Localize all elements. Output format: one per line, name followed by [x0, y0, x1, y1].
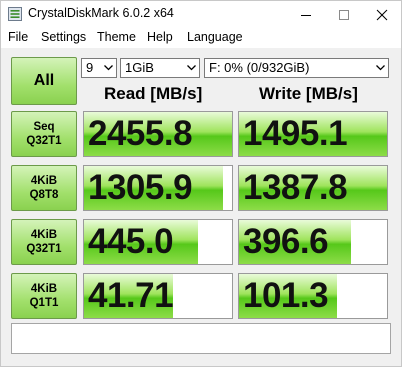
read-value: 2455.8: [88, 114, 193, 153]
title-bar[interactable]: CrystalDiskMark 6.0.2 x64: [1, 1, 401, 28]
test-button-4kib-q32t1[interactable]: 4KiB Q32T1: [11, 219, 77, 265]
test-count-select[interactable]: 9: [81, 58, 117, 78]
write-result-4kib-q1t1: 101.3: [238, 273, 388, 319]
write-result-4kib-q32t1: 396.6: [238, 219, 388, 265]
read-result-seq-q32t1: 2455.8: [83, 111, 233, 157]
window-title: CrystalDiskMark 6.0.2 x64: [28, 6, 174, 20]
test-button-seq-q32t1[interactable]: Seq Q32T1: [11, 111, 77, 157]
minimize-button[interactable]: [287, 1, 325, 28]
maximize-icon: [339, 10, 349, 20]
chevron-down-icon: [104, 65, 113, 71]
read-result-4kib-q8t8: 1305.9: [83, 165, 233, 211]
write-result-4kib-q8t8: 1387.8: [238, 165, 388, 211]
test-label-line2: Q32T1: [26, 135, 62, 147]
test-label-line1: 4KiB: [30, 175, 58, 187]
test-label-line2: Q1T1: [29, 297, 59, 309]
test-label-line2: Q8T8: [29, 189, 59, 201]
test-button-4kib-q8t8[interactable]: 4KiB Q8T8: [11, 165, 77, 211]
test-label-line1: 4KiB: [30, 229, 58, 241]
test-label-line1: Seq: [33, 121, 55, 133]
read-result-4kib-q1t1: 41.71: [83, 273, 233, 319]
write-header: Write [MB/s]: [259, 84, 358, 103]
write-value: 101.3: [243, 276, 329, 315]
chevron-down-icon: [187, 65, 196, 71]
read-result-4kib-q32t1: 445.0: [83, 219, 233, 265]
menu-bar: File Settings Theme Help Language: [1, 28, 401, 48]
write-value: 396.6: [243, 222, 329, 261]
app-window: CrystalDiskMark 6.0.2 x64 File Settings …: [0, 0, 402, 367]
test-button-4kib-q1t1[interactable]: 4KiB Q1T1: [11, 273, 77, 319]
close-icon: [376, 9, 388, 21]
write-value: 1495.1: [243, 114, 348, 153]
comment-field[interactable]: [11, 323, 391, 354]
menu-theme[interactable]: Theme: [97, 30, 136, 44]
test-size-value: 1GiB: [125, 60, 154, 75]
read-header: Read [MB/s]: [104, 84, 203, 103]
read-value: 445.0: [88, 222, 174, 261]
test-count-value: 9: [86, 60, 94, 75]
read-value: 41.71: [88, 276, 174, 315]
write-result-seq-q32t1: 1495.1: [238, 111, 388, 157]
write-value: 1387.8: [243, 168, 348, 207]
maximize-button[interactable]: [325, 1, 363, 28]
read-value: 1305.9: [88, 168, 193, 207]
test-label-line1: 4KiB: [30, 283, 58, 295]
test-label-line2: Q32T1: [26, 243, 62, 255]
all-button[interactable]: All: [11, 57, 77, 105]
menu-help[interactable]: Help: [147, 30, 173, 44]
minimize-icon: [301, 15, 311, 16]
chevron-down-icon: [376, 65, 385, 71]
menu-settings[interactable]: Settings: [41, 30, 86, 44]
drive-select[interactable]: F: 0% (0/932GiB): [204, 58, 389, 78]
drive-value: F: 0% (0/932GiB): [209, 60, 310, 75]
app-icon: [8, 7, 22, 21]
menu-language[interactable]: Language: [187, 30, 243, 44]
test-size-select[interactable]: 1GiB: [120, 58, 200, 78]
menu-file[interactable]: File: [8, 30, 28, 44]
close-button[interactable]: [363, 1, 401, 28]
